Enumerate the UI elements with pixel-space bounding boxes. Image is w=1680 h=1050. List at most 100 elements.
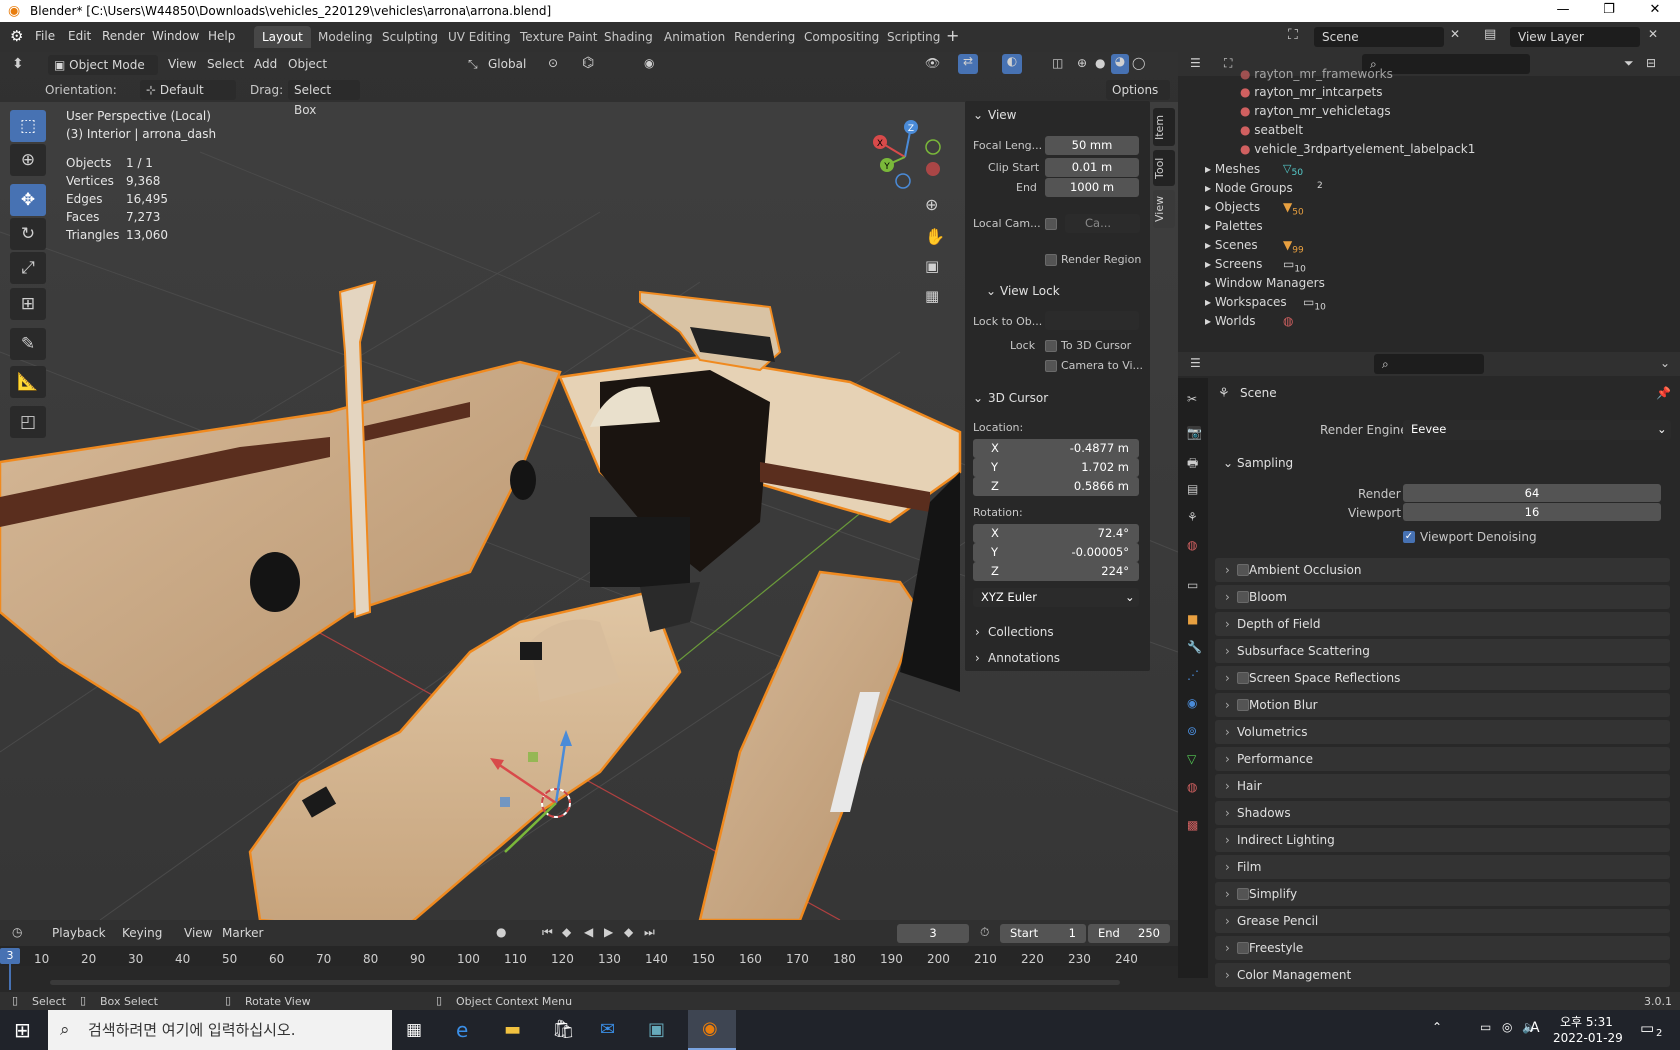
select-box-tool[interactable]: ⬚ xyxy=(10,110,46,142)
world-tab-icon[interactable]: ◍ xyxy=(1187,538,1201,552)
tab-uv-editing[interactable]: UV Editing xyxy=(440,26,519,48)
image-app-icon[interactable]: ▣ xyxy=(648,1019,665,1040)
panel-volumetrics[interactable]: › Volumetrics xyxy=(1215,720,1670,744)
marker-menu[interactable]: Marker xyxy=(222,926,263,940)
playhead[interactable]: 3 xyxy=(0,948,20,964)
panel-depth-of-field[interactable]: › Depth of Field xyxy=(1215,612,1670,636)
view-lock-chevron-icon[interactable]: ⌄ xyxy=(986,284,996,298)
view-layer-close-icon[interactable]: ✕ xyxy=(1648,27,1658,41)
tab-compositing[interactable]: Compositing xyxy=(796,26,887,48)
tab-view[interactable]: View xyxy=(1153,190,1175,228)
panel-enable-checkbox[interactable] xyxy=(1237,888,1249,900)
properties-editor-icon[interactable]: ☰ xyxy=(1190,356,1201,370)
measure-tool[interactable]: 📐 xyxy=(10,366,46,398)
panel-ambient-occlusion[interactable]: › Ambient Occlusion xyxy=(1215,558,1670,582)
outliner-category-meshes[interactable]: ▸ Meshes ▽50 xyxy=(1205,162,1303,178)
sampling-panel-title[interactable]: Sampling xyxy=(1237,456,1293,470)
xray-icon[interactable]: ◫ xyxy=(1052,56,1063,70)
menu-window[interactable]: Window xyxy=(152,29,199,43)
add-cube-tool[interactable]: ◰ xyxy=(10,406,46,438)
camera-view-icon[interactable]: ▣ xyxy=(925,257,939,275)
panel-grease-pencil[interactable]: › Grease Pencil xyxy=(1215,909,1670,933)
panel-simplify[interactable]: › Simplify xyxy=(1215,882,1670,906)
outliner-material-row[interactable]: ● rayton_mr_intcarpets xyxy=(1240,85,1382,99)
cursor-rotation-y[interactable]: Y -0.00005° xyxy=(973,543,1139,562)
filter-icon[interactable]: ⏷ xyxy=(1624,56,1634,71)
taskbar-search-input[interactable]: ⌕ 검색하려면 여기에 입력하십시오. xyxy=(48,1010,392,1050)
display-mode-icon[interactable]: ⛶ xyxy=(1224,56,1232,71)
snap-icon[interactable]: ⌬ xyxy=(582,55,594,71)
chevron-down-icon[interactable]: ⌄ xyxy=(1660,356,1670,370)
outliner-category-objects[interactable]: ▸ Objects ▼50 xyxy=(1205,200,1304,217)
windows-start-icon[interactable]: ⊞ xyxy=(14,1018,31,1042)
mode-dropdown[interactable]: ▣ Object Mode xyxy=(48,55,158,75)
cursor-location-z[interactable]: Z 0.5866 m xyxy=(973,477,1139,496)
scene-close-icon[interactable]: ✕ xyxy=(1450,27,1460,41)
panel-shadows[interactable]: › Shadows xyxy=(1215,801,1670,825)
menu-help[interactable]: Help xyxy=(208,29,235,43)
constraint-tab-icon[interactable]: ⊚ xyxy=(1187,724,1201,738)
edge-browser-icon[interactable]: e xyxy=(456,1018,468,1042)
panel-screen-space-reflections[interactable]: › Screen Space Reflections xyxy=(1215,666,1670,690)
maximize-button[interactable]: ❐ xyxy=(1586,2,1632,17)
viewport-menu-view[interactable]: View xyxy=(168,57,196,71)
tab-sculpting[interactable]: Sculpting xyxy=(374,26,446,48)
panel-subsurface-scattering[interactable]: › Subsurface Scattering xyxy=(1215,639,1670,663)
outliner-material-row[interactable]: ● rayton_mr_vehicletags xyxy=(1240,104,1391,118)
render-region-checkbox[interactable] xyxy=(1045,254,1057,266)
modifier-tab-icon[interactable]: 🔧 xyxy=(1187,640,1202,654)
panel-motion-blur[interactable]: › Motion Blur xyxy=(1215,693,1670,717)
gizmo-toggle-icon[interactable]: ⇄ xyxy=(958,54,978,74)
tool-tab-icon[interactable]: ✂ xyxy=(1187,392,1201,406)
overlay-toggle-icon[interactable]: ◐ xyxy=(1002,54,1022,74)
tab-shading[interactable]: Shading xyxy=(596,26,661,48)
network-icon[interactable]: ▭ xyxy=(1480,1020,1491,1034)
data-tab-icon[interactable]: ▽ xyxy=(1187,752,1201,766)
collection-tab-icon[interactable]: ▭ xyxy=(1187,578,1201,592)
cursor-tool[interactable]: ⊕ xyxy=(10,144,46,176)
cursor-panel-chevron-icon[interactable]: ⌄ xyxy=(973,391,983,405)
view-panel-title[interactable]: View xyxy=(988,108,1016,122)
scene-tab-icon[interactable]: ⚘ xyxy=(1187,510,1201,524)
annotate-tool[interactable]: ✎ xyxy=(10,328,46,360)
outliner-material-row[interactable]: ● seatbelt xyxy=(1240,123,1303,137)
task-view-icon[interactable]: ▦ xyxy=(406,1020,422,1040)
panel-enable-checkbox[interactable] xyxy=(1237,672,1249,684)
end-frame-field[interactable]: End 250 xyxy=(1088,924,1170,943)
ime-indicator[interactable]: A xyxy=(1530,1020,1540,1036)
outliner-category-palettes[interactable]: ▸ Palettes xyxy=(1205,219,1263,233)
record-icon[interactable]: ● xyxy=(496,925,506,939)
tray-app-icon[interactable]: ◎ xyxy=(1502,1020,1512,1034)
texture-tab-icon[interactable]: ▩ xyxy=(1187,818,1201,832)
proportional-edit-icon[interactable]: ◉ xyxy=(644,56,654,70)
file-explorer-icon[interactable]: ▬ xyxy=(504,1019,521,1040)
physics-tab-icon[interactable]: ◉ xyxy=(1187,696,1201,710)
outliner-material-row[interactable]: ● rayton_mr_frameworks xyxy=(1240,67,1393,81)
tab-layout[interactable]: Layout xyxy=(254,26,311,48)
jump-end-icon[interactable]: ⏭ xyxy=(644,925,655,940)
scene-icon[interactable]: ⛶ xyxy=(1288,27,1298,43)
mail-icon[interactable]: ✉ xyxy=(600,1019,615,1040)
store-icon[interactable]: 🛍 xyxy=(552,1019,575,1040)
outliner-material-row[interactable]: ● vehicle_3rdpartyelement_labelpack1 xyxy=(1240,142,1475,156)
viewport-menu-select[interactable]: Select xyxy=(207,57,244,71)
annotations-chevron-icon[interactable]: › xyxy=(975,651,980,665)
solid-shading-icon[interactable]: ● xyxy=(1095,56,1105,70)
prev-keyframe-icon[interactable]: ◆ xyxy=(562,925,571,939)
tray-chevron-icon[interactable]: ⌃ xyxy=(1432,1020,1442,1034)
notification-icon[interactable]: ▭ xyxy=(1640,1019,1654,1037)
timeline-view-menu[interactable]: View xyxy=(184,926,212,940)
next-keyframe-icon[interactable]: ◆ xyxy=(624,925,633,939)
panel-enable-checkbox[interactable] xyxy=(1237,699,1249,711)
pin-icon[interactable]: 📌 xyxy=(1656,386,1671,400)
panel-enable-checkbox[interactable] xyxy=(1237,942,1249,954)
wireframe-shading-icon[interactable]: ⊕ xyxy=(1077,56,1087,70)
taskbar-date[interactable]: 2022-01-29 xyxy=(1553,1031,1623,1045)
particles-tab-icon[interactable]: ⋰ xyxy=(1187,668,1201,682)
sampling-chevron-icon[interactable]: ⌄ xyxy=(1223,456,1233,470)
clip-end-field[interactable]: 1000 m xyxy=(1045,178,1139,197)
menu-file[interactable]: File xyxy=(35,29,55,43)
view-layer-tab-icon[interactable]: ▤ xyxy=(1187,482,1201,496)
panel-film[interactable]: › Film xyxy=(1215,855,1670,879)
tab-tool[interactable]: Tool xyxy=(1153,150,1175,186)
